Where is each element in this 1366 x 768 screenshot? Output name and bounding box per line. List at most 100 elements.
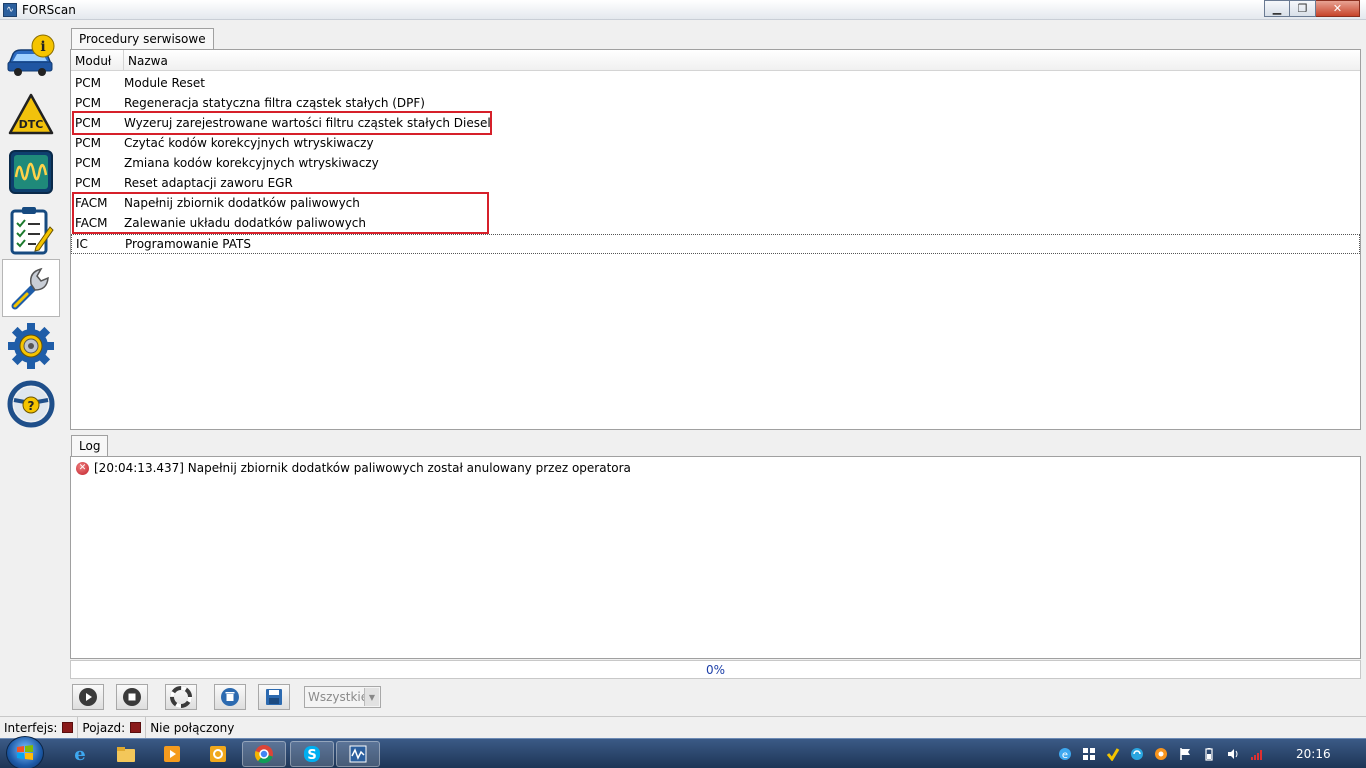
maximize-button[interactable]: ❐	[1290, 0, 1316, 17]
volume-icon[interactable]	[1226, 747, 1240, 761]
row-name: Programowanie PATS	[125, 237, 251, 251]
vehicle-info-icon: i	[7, 34, 55, 76]
table-row[interactable]: PCM Regeneracja statyczna filtra cząstek…	[71, 93, 1360, 113]
save-button[interactable]	[258, 684, 290, 710]
row-name: Reset adaptacji zaworu EGR	[124, 176, 293, 190]
forscan-taskbar-icon	[349, 745, 367, 763]
row-module: PCM	[75, 176, 101, 190]
play-button[interactable]	[72, 684, 104, 710]
oscilloscope-icon	[9, 150, 53, 194]
start-button[interactable]	[6, 736, 44, 768]
connection-status: Nie połączony	[146, 717, 238, 738]
log-entry: ✕ [20:04:13.437] Napełnij zbiornik dodat…	[76, 461, 631, 475]
procedures-table: Moduł Nazwa PCM Module Reset PCM Regener…	[70, 49, 1361, 430]
svg-text:DTC: DTC	[19, 118, 44, 131]
table-row-focused[interactable]: IC Programowanie PATS	[71, 234, 1360, 254]
table-header: Moduł Nazwa	[71, 50, 1360, 71]
log-filter-select[interactable]: Wszystkie ▼	[304, 686, 381, 708]
svg-text:e: e	[1062, 750, 1068, 761]
lifebuoy-icon	[170, 686, 192, 708]
sync-tray-icon[interactable]	[1130, 747, 1144, 761]
table-row[interactable]: PCM Reset adaptacji zaworu EGR	[71, 173, 1360, 193]
table-row[interactable]: PCM Zmiana kodów korekcyjnych wtryskiwac…	[71, 153, 1360, 173]
sidebar: i DTC ?	[0, 21, 62, 441]
vehicle-status: Pojazd:	[78, 717, 147, 738]
taskbar-clock[interactable]: 20:16	[1296, 747, 1331, 761]
svg-text:S: S	[307, 748, 316, 763]
svg-text:?: ?	[28, 399, 35, 413]
tab-service-procedures[interactable]: Procedury serwisowe	[71, 28, 214, 50]
vehicle-label: Pojazd:	[82, 720, 126, 735]
row-module: PCM	[75, 136, 101, 150]
trash-icon	[221, 688, 239, 706]
sidebar-item-oscilloscope[interactable]	[2, 143, 60, 201]
table-row[interactable]: PCM Module Reset	[71, 73, 1360, 93]
taskbar-skype[interactable]: S	[290, 741, 334, 767]
error-icon: ✕	[76, 461, 89, 475]
svg-text:i: i	[40, 39, 45, 55]
wrench-icon	[11, 267, 49, 310]
log-entry-text: [20:04:13.437] Napełnij zbiornik dodatkó…	[94, 461, 631, 475]
windows-logo-icon	[17, 745, 33, 760]
sidebar-item-service[interactable]	[2, 259, 60, 317]
progress-bar: 0%	[70, 660, 1361, 679]
window-title: FORScan	[22, 2, 76, 17]
battery-icon[interactable]	[1202, 747, 1216, 761]
taskbar-chrome[interactable]	[242, 741, 286, 767]
stop-icon	[123, 688, 141, 706]
checklist-icon	[10, 207, 54, 255]
row-module: PCM	[75, 76, 101, 90]
sidebar-item-dtc[interactable]: DTC	[2, 85, 60, 143]
interface-status: Interfejs:	[0, 717, 79, 738]
ie-tray-icon[interactable]: e	[1058, 747, 1072, 761]
folder-icon	[117, 747, 135, 762]
settings-gear-icon	[8, 323, 54, 369]
log-panel: ✕ [20:04:13.437] Napełnij zbiornik dodat…	[70, 456, 1361, 659]
connection-text: Nie połączony	[150, 720, 235, 735]
lifebuoy-button[interactable]	[165, 684, 197, 710]
sidebar-item-vehicle-info[interactable]: i	[2, 27, 60, 85]
progress-label: 0%	[705, 662, 726, 677]
internet-explorer-icon: e	[74, 744, 85, 764]
vehicle-led-icon	[130, 722, 142, 733]
norton-tray-icon[interactable]	[1106, 747, 1120, 762]
title-bar: ∿ FORScan ▁ ❐ ✕	[0, 0, 1366, 20]
row-name: Zmiana kodów korekcyjnych wtryskiwaczy	[124, 156, 379, 170]
taskbar-internet-explorer[interactable]: e	[58, 741, 102, 767]
highlight-box	[72, 111, 492, 135]
action-center-flag-icon[interactable]	[1178, 747, 1192, 761]
taskbar-explorer[interactable]	[104, 741, 148, 767]
sidebar-item-configuration[interactable]	[2, 317, 60, 375]
taskbar-forscan[interactable]	[336, 741, 380, 767]
row-name: Regeneracja statyczna filtra cząstek sta…	[124, 96, 425, 110]
taskbar-outlook[interactable]	[196, 741, 240, 767]
svg-text:e: e	[74, 744, 85, 764]
log-filter-value: Wszystkie	[308, 690, 369, 704]
window-controls: ▁ ❐ ✕	[1264, 0, 1360, 17]
chrome-icon	[254, 745, 273, 764]
table-row[interactable]: PCM Czytać kodów korekcyjnych wtryskiwac…	[71, 133, 1360, 153]
windows-tray-icon[interactable]	[1082, 747, 1096, 761]
windows-taskbar: e S e 20:16	[0, 736, 1366, 768]
sidebar-item-help[interactable]: ?	[2, 375, 60, 433]
skype-icon: S	[304, 746, 320, 763]
dtc-icon: DTC	[8, 93, 54, 135]
delete-button[interactable]	[214, 684, 246, 710]
tab-log[interactable]: Log	[71, 435, 109, 457]
media-player-icon	[164, 746, 180, 762]
play-icon	[79, 688, 97, 706]
column-header-name[interactable]: Nazwa	[124, 50, 424, 71]
status-bar: Interfejs: Pojazd: Nie połączony	[0, 716, 1366, 738]
avast-tray-icon[interactable]	[1154, 747, 1168, 761]
help-wheel-icon: ?	[7, 380, 55, 428]
network-signal-icon[interactable]	[1250, 747, 1264, 761]
row-module: PCM	[75, 96, 101, 110]
interface-led-icon	[62, 722, 74, 733]
column-header-module[interactable]: Moduł	[71, 50, 124, 71]
stop-button[interactable]	[116, 684, 148, 710]
sidebar-item-checklist[interactable]	[2, 201, 60, 259]
outlook-icon	[210, 746, 226, 762]
minimize-button[interactable]: ▁	[1264, 0, 1290, 17]
taskbar-media-player[interactable]	[150, 741, 194, 767]
close-button[interactable]: ✕	[1316, 0, 1360, 17]
